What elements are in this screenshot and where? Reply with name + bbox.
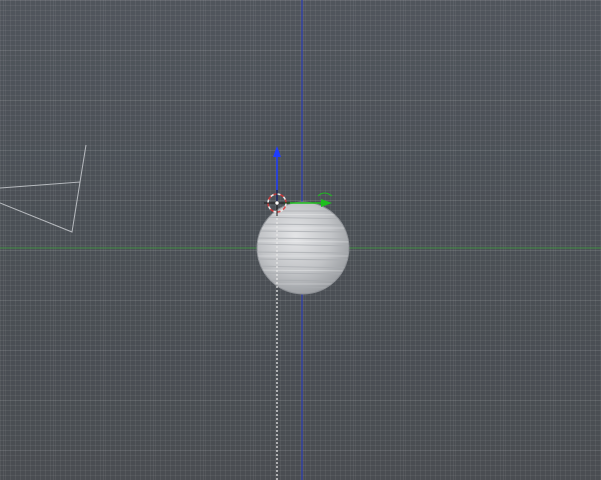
camera-object[interactable] <box>0 144 87 233</box>
uv-sphere-mesh[interactable] <box>250 201 356 295</box>
viewport-scene[interactable] <box>0 0 601 480</box>
3d-viewport[interactable] <box>0 0 601 480</box>
